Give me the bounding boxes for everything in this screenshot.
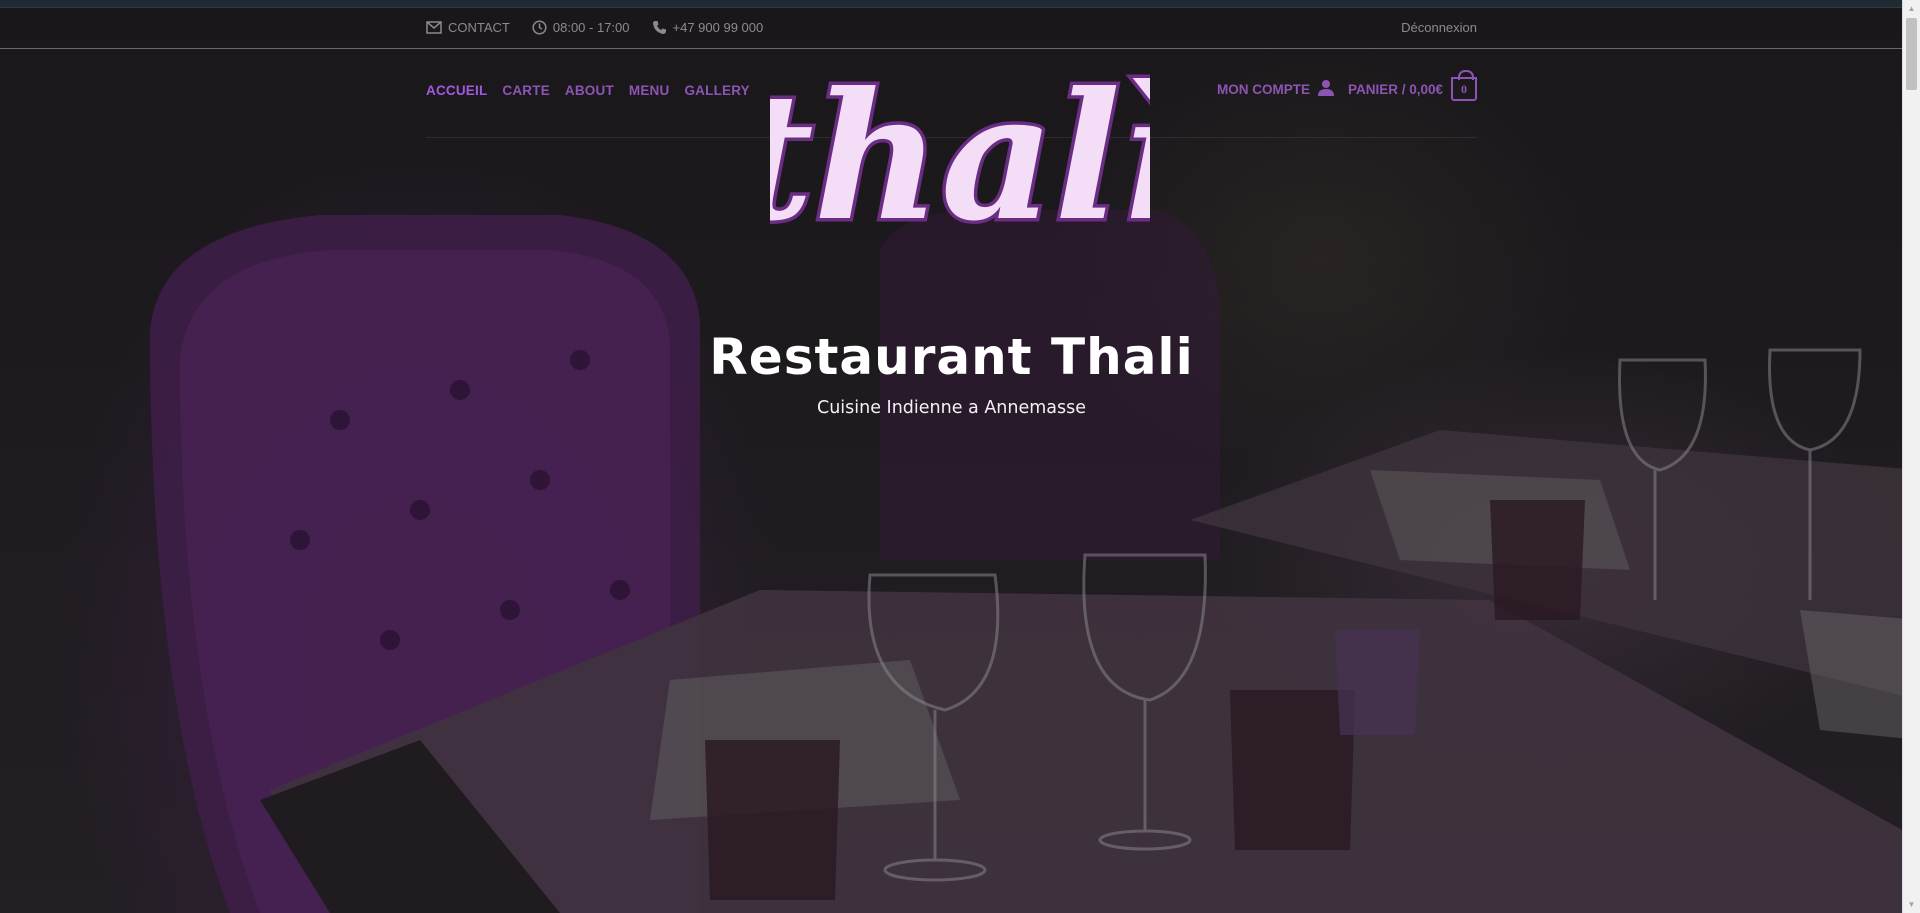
user-icon [1317,79,1334,99]
phone-icon [652,20,667,35]
logo-text: thalì [770,55,1150,236]
opening-hours: 08:00 - 17:00 [532,20,630,35]
phone-link[interactable]: +47 900 99 000 [652,20,764,35]
main-nav: ACCUEIL CARTE ABOUT MENU GALLERY [426,83,750,98]
hero-title: Restaurant Thali [709,328,1194,386]
my-account-link[interactable]: MON COMPTE [1217,79,1334,99]
cart-label: PANIER / 0,00€ [1347,81,1443,97]
shopping-bag-icon: 0 [1451,70,1477,101]
top-bar-container: CONTACT 08:00 - 17:00 +47 900 99 000 Déc… [426,7,1477,48]
page: CONTACT 08:00 - 17:00 +47 900 99 000 Déc… [0,0,1920,913]
scrollbar-thumb[interactable] [1906,18,1917,90]
hero-subtitle: Cuisine Indienne a Annemasse [816,398,1087,418]
top-bar: CONTACT 08:00 - 17:00 +47 900 99 000 Déc… [0,7,1903,49]
cart-count: 0 [1461,81,1467,96]
nav-item-menu[interactable]: MENU [629,83,670,98]
nav-item-about[interactable]: ABOUT [565,83,614,98]
account-label: MON COMPTE [1216,81,1310,97]
phone-number: +47 900 99 000 [672,20,764,35]
logout-link[interactable]: Déconnexion [1401,20,1477,35]
site-logo[interactable]: thalì [770,46,1150,237]
contact-link[interactable]: CONTACT [426,20,510,35]
page-scrollbar[interactable]: ▲ ▼ [1902,0,1920,913]
nav-item-carte[interactable]: CARTE [502,83,550,98]
clock-icon [532,20,547,35]
envelope-icon [426,21,442,34]
top-bar-left: CONTACT 08:00 - 17:00 +47 900 99 000 [426,20,763,35]
hours-text: 08:00 - 17:00 [552,20,630,35]
contact-label: CONTACT [448,20,510,35]
scroll-up-arrow-icon[interactable]: ▲ [1903,0,1920,17]
header-actions: MON COMPTE PANIER / 0,00€ 0 [1217,70,1477,101]
nav-item-accueil[interactable]: ACCUEIL [426,83,487,98]
logo-image: thalì [770,52,1150,237]
cart-link[interactable]: PANIER / 0,00€ 0 [1347,70,1477,101]
nav-item-gallery[interactable]: GALLERY [684,83,749,98]
scroll-down-arrow-icon[interactable]: ▼ [1903,896,1920,913]
